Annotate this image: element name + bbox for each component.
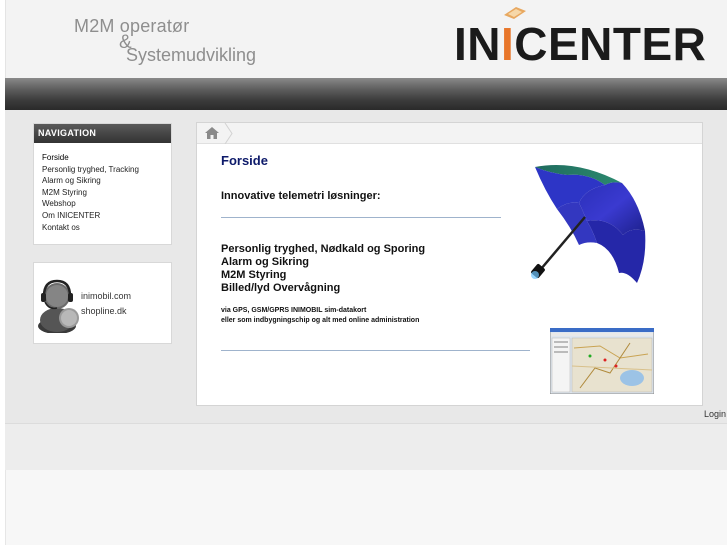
feature-item: Billed/lyd Overvågning bbox=[221, 282, 341, 294]
site-header: M2M operatør & Systemudvikling INICENTER bbox=[5, 0, 727, 78]
divider bbox=[221, 350, 530, 351]
navigation-list: Forside Personlig tryghed, Tracking Alar… bbox=[34, 143, 171, 233]
inicenter-logo[interactable]: INICENTER bbox=[454, 18, 706, 70]
contact-link-inimobil[interactable]: inimobil.com bbox=[81, 291, 131, 301]
feature-item: M2M Styring bbox=[221, 269, 287, 281]
navigation-title: NAVIGATION bbox=[34, 124, 171, 143]
nav-item-kontakt[interactable]: Kontakt os bbox=[42, 222, 171, 234]
nav-item-personlig-tryghed[interactable]: Personlig tryghed, Tracking bbox=[42, 164, 171, 176]
map-software-screenshot bbox=[550, 328, 654, 394]
divider bbox=[221, 217, 501, 218]
feature-item: Alarm og Sikring bbox=[221, 256, 310, 268]
feature-list: Personlig tryghed, Nødkald og Sporing Al… bbox=[221, 243, 425, 295]
home-icon[interactable] bbox=[205, 127, 219, 139]
nav-item-webshop[interactable]: Webshop bbox=[42, 198, 171, 210]
tagline-line2: Systemudvikling bbox=[126, 45, 257, 65]
navigation-box: NAVIGATION Forside Personlig tryghed, Tr… bbox=[33, 123, 172, 245]
breadcrumb-separator-icon bbox=[224, 123, 233, 144]
footer-lower-band bbox=[5, 470, 727, 545]
logo-text-part2: CENTER bbox=[514, 18, 707, 70]
logo-text-accent: I bbox=[501, 18, 515, 70]
umbrella-image bbox=[531, 165, 646, 283]
page-title: Forside bbox=[221, 153, 268, 168]
support-headset-icon bbox=[38, 279, 79, 333]
header-bar bbox=[5, 78, 727, 110]
feature-item: Personlig tryghed, Nødkald og Sporing bbox=[221, 243, 426, 255]
login-link[interactable]: Login bbox=[704, 409, 726, 419]
fine-print-line1: via GPS, GSM/GPRS INIMOBIL sim-datakort bbox=[221, 307, 367, 314]
nav-item-forside[interactable]: Forside bbox=[42, 152, 171, 164]
fine-print-line2: eller som indbygningschip og alt med onl… bbox=[221, 317, 420, 324]
content-panel: Forside Innovative telemetri løsninger: … bbox=[196, 122, 703, 406]
logo-text-part1: IN bbox=[454, 18, 501, 70]
nav-item-om-inicenter[interactable]: Om INICENTER bbox=[42, 210, 171, 222]
contact-link-shopline[interactable]: shopline.dk bbox=[81, 306, 127, 316]
footer-band bbox=[5, 423, 727, 470]
breadcrumb bbox=[197, 123, 702, 144]
nav-item-m2m-styring[interactable]: M2M Styring bbox=[42, 187, 171, 199]
page-subtitle: Innovative telemetri løsninger: bbox=[221, 190, 381, 202]
nav-item-alarm[interactable]: Alarm og Sikring bbox=[42, 175, 171, 187]
contact-box: inimobil.com shopline.dk bbox=[33, 262, 172, 344]
